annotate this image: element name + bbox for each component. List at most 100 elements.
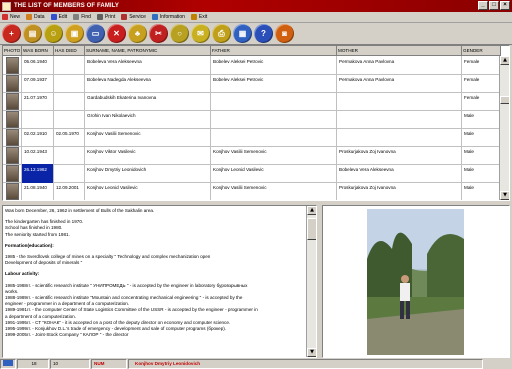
- photo-thumbnail: [6, 93, 19, 110]
- menu-information[interactable]: Information: [151, 14, 185, 20]
- people-icon[interactable]: ☺: [44, 24, 63, 43]
- save-disk-icon[interactable]: ▣: [65, 24, 84, 43]
- name-cell: Grohin Ivan Nikolaevich: [85, 110, 211, 129]
- close-icon[interactable]: ×: [500, 1, 510, 10]
- data-icon: [26, 14, 33, 20]
- menu-print[interactable]: Print: [96, 14, 116, 20]
- menu-find[interactable]: Find: [73, 14, 91, 20]
- status-icon: [0, 359, 16, 369]
- photo-cell: [3, 56, 22, 75]
- column-header[interactable]: GENDER: [462, 46, 501, 56]
- died-cell: [54, 92, 85, 111]
- menu-data[interactable]: Data: [26, 14, 45, 20]
- title-bar[interactable]: THE LIST OF MEMBERS OF FAMILY _ □ ×: [0, 0, 512, 12]
- biography-text[interactable]: Was born December, 26, 1962 in settlemen…: [5, 208, 307, 338]
- biography-scrollbar[interactable]: ▲ ▼: [306, 206, 316, 357]
- service-icon: [121, 14, 128, 20]
- table-scrollbar[interactable]: ▲ ▼: [499, 56, 509, 200]
- name-cell: Konjhov Viktor Vasilevic: [85, 146, 211, 165]
- name-cell: Bobeleva Vera Alekseevna: [85, 56, 211, 75]
- name-cell: Bobeleva Nadegda Alekseevna: [85, 74, 211, 93]
- information-icon: [151, 14, 158, 20]
- menu-edit[interactable]: Edit: [50, 14, 67, 20]
- table-row[interactable]: 10.02.1943 Konjhov Viktor Vasilevic Konjho…: [3, 146, 501, 165]
- scroll-up-icon[interactable]: ▲: [500, 56, 509, 65]
- table-row[interactable]: 05.06.1940 Bobeleva Vera Alekseevna Bobele…: [3, 56, 501, 75]
- photo-cell: [3, 110, 22, 129]
- table-row[interactable]: 26.12.1962 Konjhov Dmytriy Leonidovich Kon…: [3, 164, 501, 183]
- printer-icon[interactable]: ⎙: [212, 24, 231, 43]
- died-cell: [54, 110, 85, 129]
- scroll-down-icon[interactable]: ▼: [500, 191, 509, 200]
- new-record-icon[interactable]: +: [2, 24, 21, 43]
- edit-icon: [50, 14, 57, 20]
- column-header[interactable]: SURNAME, NAME, PATRONYMIC: [85, 46, 211, 56]
- photo-thumbnail: [6, 129, 19, 146]
- born-cell: [22, 110, 54, 129]
- scroll-down-icon[interactable]: ▼: [307, 348, 316, 357]
- cut-icon[interactable]: ✂: [149, 24, 168, 43]
- gender-cell: Male: [462, 128, 501, 147]
- biography-line: 1999-2005гг. - Joint-Stock Company " КАЛ…: [5, 332, 129, 338]
- delete-icon[interactable]: ✕: [107, 24, 126, 43]
- name-cell: Konjhov Dmytriy Leonidovich: [85, 164, 211, 183]
- search-glass-icon[interactable]: ○: [170, 24, 189, 43]
- table-row[interactable]: 21.07.1970 Gardabudskih Ekaterina Ivanovn…: [3, 92, 501, 111]
- scroll-thumb[interactable]: [500, 96, 509, 104]
- photo-thumbnail: [6, 57, 19, 74]
- menu-label: New: [10, 14, 21, 20]
- exit-door-icon[interactable]: ◙: [275, 24, 294, 43]
- family-tree-icon[interactable]: ♣: [128, 24, 147, 43]
- open-book-icon[interactable]: ▤: [23, 24, 42, 43]
- menu-label: Information: [159, 14, 185, 20]
- menu-label: Service: [129, 14, 146, 20]
- mother-cell: Permakova Anna Pavlovna: [337, 74, 462, 93]
- menu-new[interactable]: New: [2, 14, 20, 20]
- clipboard-icon[interactable]: ▦: [233, 24, 252, 43]
- help-icon[interactable]: ?: [254, 24, 273, 43]
- column-header[interactable]: FATHER: [211, 46, 337, 56]
- scroll-thumb[interactable]: [307, 218, 316, 240]
- window-controls: _ □ ×: [478, 1, 510, 10]
- scroll-up-icon[interactable]: ▲: [307, 206, 316, 215]
- status-num-indicator: NUM: [91, 359, 127, 369]
- father-cell: Bobelev Aleksei Petrovic: [211, 74, 337, 93]
- menu-label: Print: [104, 14, 116, 20]
- gender-cell: Female: [462, 56, 501, 75]
- status-current-member: Konjhov Dmytriy Leonidovich: [128, 359, 483, 369]
- mail-icon[interactable]: ✉: [191, 24, 210, 43]
- table-row[interactable]: 07.09.1937 Bobeleva Nadegda Alekseevna Bob…: [3, 74, 501, 93]
- toolbar: + ▤ ☺ ▣ ▭ ✕ ♣ ✂ ○ ✉ ⎙ ▦? ◙: [0, 23, 512, 45]
- computer-icon[interactable]: ▭: [86, 24, 105, 43]
- menu-bar: New Data Edit Find Print Service Information Ex…: [0, 12, 512, 23]
- menu-label: Exit: [198, 14, 208, 20]
- menu-label: Find: [81, 14, 91, 20]
- column-header[interactable]: PHOTO: [3, 46, 22, 56]
- minimize-icon[interactable]: _: [478, 1, 488, 10]
- status-field-1: 18: [17, 359, 49, 369]
- born-cell: 05.06.1940: [22, 56, 54, 75]
- photo-cell: [3, 128, 22, 147]
- photo-cell: [3, 182, 22, 200]
- column-header[interactable]: MOTHER: [337, 46, 462, 56]
- menu-exit[interactable]: Exit: [190, 14, 208, 20]
- mother-cell: [337, 92, 462, 111]
- born-cell: 21.08.1940: [22, 182, 54, 200]
- father-cell: [211, 92, 337, 111]
- father-cell: Konjhov Leonid Vasilevic: [211, 164, 337, 183]
- table-row[interactable]: 21.08.1940 12.09.2001 Konjhov Leonid Vasil…: [3, 182, 501, 200]
- photo-cell: [3, 164, 22, 183]
- maximize-icon[interactable]: □: [489, 1, 499, 10]
- table-row[interactable]: Grohin Ivan Nikolaevich Male: [3, 110, 501, 129]
- born-cell: 07.09.1937: [22, 74, 54, 93]
- mother-cell: Proskurjakova Zoj Ivanovna: [337, 182, 462, 200]
- menu-service[interactable]: Service: [121, 14, 146, 20]
- column-header[interactable]: HAS DIED: [54, 46, 85, 56]
- biography-panel[interactable]: Was born December, 26, 1962 in settlemen…: [2, 205, 317, 358]
- name-cell: Konjhov Leonid Vasilevic: [85, 182, 211, 200]
- died-cell: [54, 146, 85, 165]
- column-header[interactable]: WAS BORN: [22, 46, 54, 56]
- table-row[interactable]: 02.02.1910 02.05.1970 Konjhov Vasilii Seme…: [3, 128, 501, 147]
- photo-thumbnail: [6, 165, 19, 182]
- app-window: THE LIST OF MEMBERS OF FAMILY _ □ × New D…: [0, 0, 512, 369]
